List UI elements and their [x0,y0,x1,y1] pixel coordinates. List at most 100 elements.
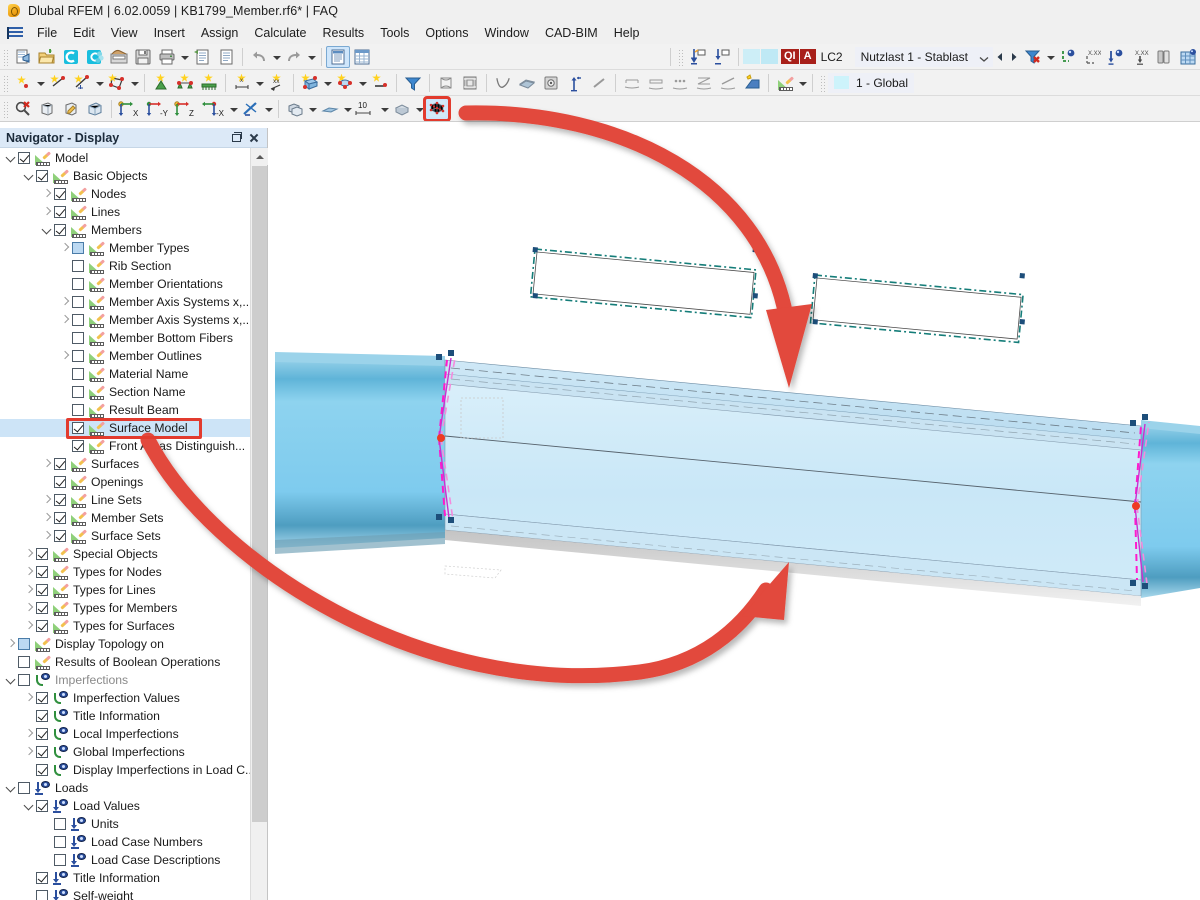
tree-item-basic-objects[interactable]: Basic Objects [0,167,250,185]
undo-button[interactable] [247,46,271,68]
view-box-button[interactable] [35,98,59,120]
tree-item-nodes[interactable]: Nodes [0,185,250,203]
tree-checkbox[interactable] [36,746,48,758]
member-results-button[interactable] [587,72,611,94]
tree-item-surface-model[interactable]: Surface Model [0,419,250,437]
chevron-down-icon[interactable] [40,221,54,239]
new-model-button[interactable] [11,46,35,68]
view-x-button[interactable]: X [116,98,144,120]
tree-checkbox[interactable] [36,800,48,812]
tree-item-types-for-nodes[interactable]: Types for Nodes [0,563,250,581]
tree-item-loads[interactable]: Loads [0,779,250,797]
chevron-right-icon[interactable] [40,509,54,527]
tree-checkbox[interactable] [72,278,84,290]
tree-checkbox[interactable] [54,494,66,506]
tree-checkbox[interactable] [54,530,66,542]
tree-item-results-of-boolean-operations[interactable]: Results of Boolean Operations [0,653,250,671]
tree-item-material-name[interactable]: Material Name [0,365,250,383]
chevron-right-icon[interactable] [22,725,36,743]
tree-item-load-values[interactable]: Load Values [0,797,250,815]
new-surface-button[interactable] [105,72,129,94]
tree-item-result-beam[interactable]: Result Beam [0,401,250,419]
tree-checkbox[interactable] [54,206,66,218]
menu-item-insert[interactable]: Insert [146,24,193,42]
filter-button[interactable] [401,72,425,94]
tree-item-member-bottom-fibers[interactable]: Member Bottom Fibers [0,329,250,347]
tree-checkbox[interactable] [54,188,66,200]
tree-item-rib-section[interactable]: Rib Section [0,257,250,275]
chevron-down-icon[interactable] [977,49,993,65]
load-labels-button[interactable]: X.XX [1128,46,1152,68]
coordinate-system-selector[interactable]: 1 - Global [828,73,914,93]
tree-checkbox[interactable] [72,296,84,308]
cloud-model-button[interactable] [83,46,107,68]
chevron-right-icon[interactable] [58,293,72,311]
clipping-dropdown-caret[interactable] [414,98,425,120]
menu-item-options[interactable]: Options [417,24,476,42]
display-navigator-tree[interactable]: ModelBasic ObjectsNodesLinesMembersMembe… [0,148,250,900]
tree-checkbox[interactable] [72,260,84,272]
printout-report-button[interactable] [190,46,214,68]
chevron-right-icon[interactable] [4,635,18,653]
load-values-button[interactable] [1104,46,1128,68]
menu-item-edit[interactable]: Edit [65,24,103,42]
menu-item-cad-bim[interactable]: CAD-BIM [537,24,606,42]
new-member-hinge-button[interactable]: x [230,72,254,94]
opening-1[interactable] [530,247,757,318]
tree-item-section-name[interactable]: Section Name [0,383,250,401]
menu-item-window[interactable]: Window [476,24,536,42]
chevron-right-icon[interactable] [40,527,54,545]
select-to-view-button[interactable] [686,46,710,68]
menu-item-file[interactable]: File [29,24,65,42]
tree-item-front-areas-distinguish[interactable]: Front Areas Distinguish... [0,437,250,455]
qi-badge[interactable]: QI [781,49,799,64]
redo-dropdown-caret[interactable] [306,46,317,68]
new-member-dropdown-caret[interactable] [94,72,105,94]
tree-item-load-case-descriptions[interactable]: Load Case Descriptions [0,851,250,869]
tree-item-surfaces[interactable]: Surfaces [0,455,250,473]
tree-checkbox[interactable] [54,818,66,830]
undo-dropdown-caret[interactable] [271,46,282,68]
result-diagram-1-button[interactable] [620,72,644,94]
chevron-right-icon[interactable] [40,185,54,203]
result-diagram-2-button[interactable] [644,72,668,94]
plane-button[interactable] [318,98,342,120]
tree-item-self-weight[interactable]: Self-weight [0,887,250,900]
tree-item-member-types[interactable]: Member Types [0,239,250,257]
menu-item-calculate[interactable]: Calculate [246,24,314,42]
tree-item-types-for-lines[interactable]: Types for Lines [0,581,250,599]
tree-checkbox[interactable] [18,656,30,668]
toolbar-grip[interactable] [2,100,9,118]
new-nodal-support-button[interactable] [149,72,173,94]
next-load-case-button[interactable] [1007,46,1021,68]
a-badge[interactable]: A [800,49,816,64]
new-solid-dropdown-caret[interactable] [322,72,333,94]
tree-item-member-outlines[interactable]: Member Outlines [0,347,250,365]
tree-checkbox[interactable] [72,314,84,326]
tree-item-imperfections[interactable]: Imperfections [0,671,250,689]
tree-checkbox[interactable] [72,350,84,362]
redo-button[interactable] [282,46,306,68]
chevron-down-icon[interactable] [4,149,18,167]
layers-dropdown-caret[interactable] [307,98,318,120]
tree-item-local-imperfections[interactable]: Local Imperfections [0,725,250,743]
tree-checkbox[interactable] [18,638,30,650]
chevron-right-icon[interactable] [58,311,72,329]
result-diagram-4-button[interactable] [692,72,716,94]
chevron-right-icon[interactable] [22,581,36,599]
new-rigid-link-button[interactable] [368,72,392,94]
opening-2[interactable] [810,273,1024,342]
new-special-object-button[interactable] [333,72,357,94]
perspective-button[interactable] [83,98,107,120]
new-node-button[interactable] [11,72,35,94]
member-hinge-dropdown-caret[interactable] [254,72,265,94]
document-button[interactable] [214,46,238,68]
tree-item-lines[interactable]: Lines [0,203,250,221]
menu-item-tools[interactable]: Tools [372,24,417,42]
model-display-dropdown-caret[interactable] [797,72,808,94]
new-surface-support-button[interactable] [197,72,221,94]
tree-item-member-orientations[interactable]: Member Orientations [0,275,250,293]
save-button[interactable] [131,46,155,68]
scroll-up-button[interactable] [251,148,268,165]
view-y-button[interactable]: -Y [144,98,172,120]
